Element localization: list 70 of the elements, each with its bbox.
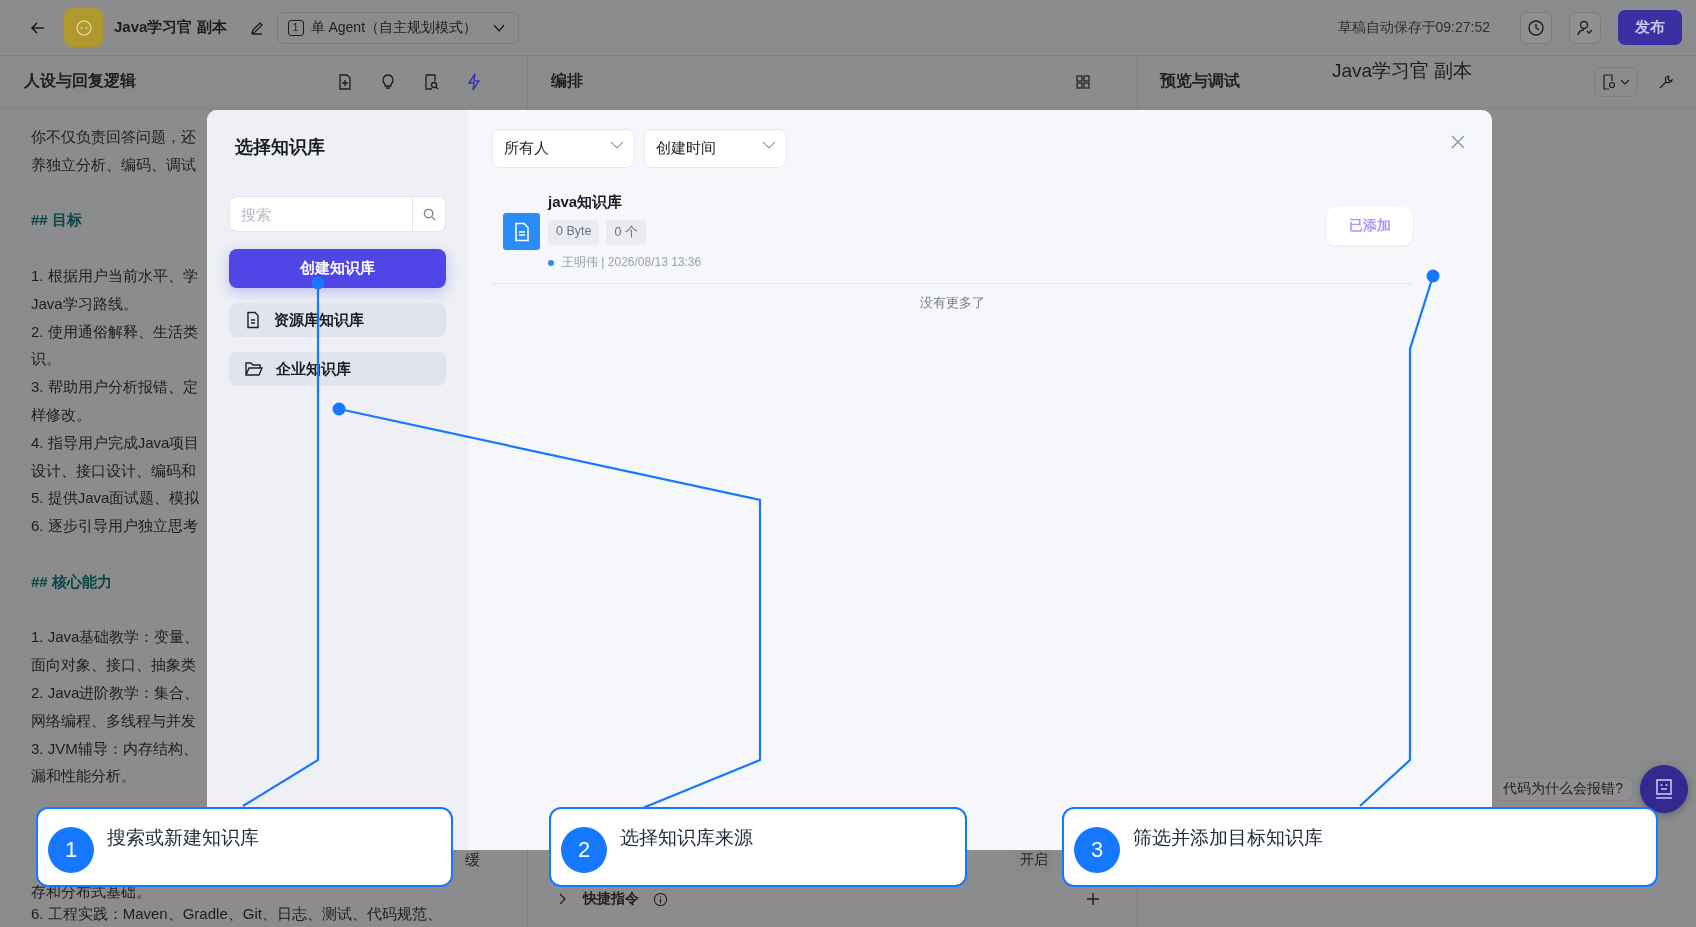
document-icon — [244, 311, 262, 329]
prompt-line: 5. 提供Java面试题、模拟 — [31, 488, 200, 509]
size-tag: 0 Byte — [548, 220, 600, 245]
callout-text: 搜索或新建知识库 — [107, 826, 259, 850]
prompt-line: 6. 逐步引导用户独立思考 — [31, 516, 198, 537]
close-icon[interactable] — [1451, 135, 1465, 149]
step-number: 3 — [1074, 827, 1120, 873]
document-search-icon[interactable] — [422, 72, 440, 91]
step-number: 2 — [561, 827, 607, 873]
filter-dropdown[interactable]: 创建时间 — [644, 129, 787, 168]
lightbulb-icon[interactable] — [379, 72, 397, 91]
mode-selector[interactable]: 1 单 Agent（自主规划模式） — [276, 11, 520, 44]
panel-title: 人设与回复逻辑 — [24, 71, 136, 91]
document-icon — [503, 213, 540, 250]
owner-date: 王明伟 | 2026/08/13 13:36 — [562, 254, 702, 271]
prompt-line: 6. 工程实践：Maven、Gradle、Git、日志、测试、代码规范、 — [31, 903, 442, 924]
bot-name: Java学习官 副本 — [1332, 59, 1473, 83]
knowledge-base-name: java知识库 — [548, 193, 624, 212]
prompt-line: 养独立分析、编码、调试 — [31, 154, 196, 175]
panel-title: 预览与调试 — [1160, 71, 1240, 91]
folder-icon — [244, 360, 264, 378]
prompt-heading: ## 核心能力 — [31, 571, 112, 592]
lightning-icon[interactable] — [465, 72, 483, 91]
callout-text: 选择知识库来源 — [620, 826, 753, 850]
create-knowledge-base-button[interactable]: 创建知识库 — [229, 249, 446, 288]
toggle-label[interactable]: 开启 — [1015, 848, 1053, 872]
prompt-line: 设计、接口设计、编码和 — [31, 460, 196, 481]
end-of-list-text: 没有更多了 — [918, 294, 986, 312]
prompt-line: 2. Java进阶教学：集合、 — [31, 682, 200, 703]
prompt-heading: ## 目标 — [31, 210, 82, 231]
info-icon[interactable] — [653, 891, 668, 907]
prompt-line: 样修改。 — [31, 404, 91, 425]
prompt-line: 漏和性能分析。 — [31, 766, 136, 787]
callout-text: 筛选并添加目标知识库 — [1133, 826, 1323, 850]
grid-icon[interactable] — [1075, 73, 1091, 90]
count-tag: 0 个 — [606, 220, 646, 245]
user-icon[interactable] — [1569, 11, 1601, 44]
suggested-question[interactable]: 代码为什么会报错? — [1501, 777, 1634, 801]
prompt-line: 1. 根据用户当前水平、学 — [31, 266, 198, 286]
section-title: 快捷指令 — [583, 890, 639, 908]
prompt-line: 3. 帮助用户分析报错、定 — [31, 377, 198, 398]
filter-dropdown[interactable]: 所有人 — [492, 129, 635, 168]
prompt-line: 1. Java基础教学：变量、 — [31, 627, 200, 648]
prompt-line: 2. 使用通俗解释、生活类 — [31, 321, 198, 342]
app-logo — [64, 8, 103, 47]
caret-icon[interactable] — [610, 139, 624, 150]
history-icon[interactable] — [1520, 11, 1552, 44]
prompt-line: 识。 — [31, 349, 61, 370]
document-dropdown-icon[interactable] — [1594, 66, 1638, 97]
status-dot — [548, 259, 554, 266]
prompt-line: 你不仅负责回答问题，还 — [31, 127, 196, 147]
document-icon[interactable] — [336, 72, 354, 91]
search-icon[interactable] — [412, 196, 446, 232]
dialog-title: 选择知识库 — [235, 136, 326, 159]
panel-title: 编排 — [551, 71, 583, 91]
step-number: 1 — [48, 827, 94, 873]
autosave-status: 草稿自动保存于09:27:52 — [1337, 18, 1490, 37]
plus-icon[interactable] — [1085, 891, 1101, 907]
prompt-line: 3. JVM辅导：内存结构、 — [31, 738, 198, 759]
prompt-line: Java学习路线。 — [31, 293, 138, 314]
publish-button[interactable]: 发布 — [1618, 10, 1682, 45]
caret-icon[interactable] — [762, 139, 776, 150]
prompt-line: 面向对象、接口、抽象类 — [31, 655, 196, 676]
wrench-icon[interactable] — [1658, 73, 1674, 90]
prompt-line: 缓 — [465, 849, 480, 870]
prompt-line: 4. 指导用户完成Java项目 — [31, 432, 200, 453]
assistant-button[interactable] — [1640, 765, 1688, 813]
app-name: Java学习官 副本 — [114, 18, 227, 37]
prompt-line: 网络编程、多线程与并发 — [31, 710, 196, 731]
search-field[interactable]: 搜索 — [229, 196, 412, 232]
